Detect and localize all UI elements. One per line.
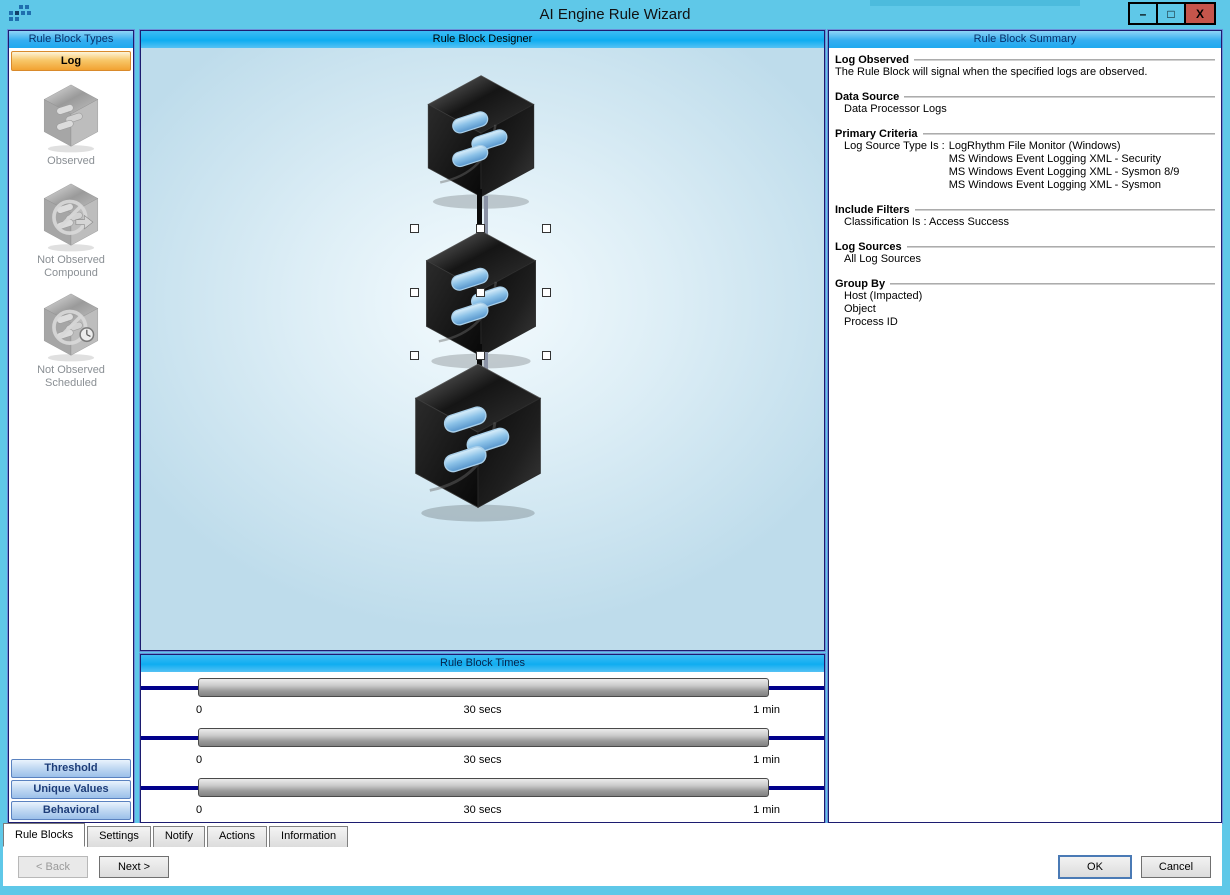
log-type-button[interactable]: Log: [11, 51, 131, 71]
section-title: Log Observed: [835, 54, 909, 66]
section-title: Include Filters: [835, 204, 910, 216]
slider-labels: 0 30 secs 1 min: [141, 804, 824, 817]
ai-engine-rule-wizard-window: AI Engine Rule Wizard – □ X Rule Block T…: [0, 0, 1230, 895]
wizard-tabstrip: Rule Blocks Settings Notify Actions Info…: [3, 823, 350, 847]
criteria-value: MS Windows Event Logging XML - Sysmon 8/…: [948, 166, 1180, 178]
cancel-button[interactable]: Cancel: [1141, 856, 1211, 878]
selection-handle[interactable]: [410, 351, 419, 360]
unique-values-type-button[interactable]: Unique Values: [11, 780, 131, 799]
designer-canvas[interactable]: [141, 48, 824, 650]
section-text: Host (Impacted): [844, 290, 923, 302]
sidebar-item-label: Scheduled: [45, 377, 97, 389]
section-text: Classification Is : Access Success: [844, 216, 1010, 228]
observed-cube-icon: [43, 84, 99, 153]
rule-block-times-header: Rule Block Times: [141, 655, 824, 672]
slider-max-label: 1 min: [753, 704, 780, 716]
section-title: Log Sources: [835, 241, 902, 253]
summary-section-primary-criteria: Primary Criteria Log Source Type Is : Lo…: [835, 128, 1215, 192]
summary-section-group-by: Group By Host (Impacted) Object Process …: [835, 278, 1215, 329]
sidebar-item-label: Not Observed: [37, 364, 105, 376]
rule-block-types-header: Rule Block Types: [9, 31, 133, 48]
criteria-value: MS Windows Event Logging XML - Security: [948, 153, 1162, 165]
summary-section-data-source: Data Source Data Processor Logs: [835, 91, 1215, 116]
slider-max-label: 1 min: [753, 804, 780, 816]
selection-handle[interactable]: [542, 351, 551, 360]
slider-labels: 0 30 secs 1 min: [141, 704, 824, 717]
section-title: Primary Criteria: [835, 128, 918, 140]
selection-handle[interactable]: [410, 224, 419, 233]
sidebar-item-label: Not Observed: [37, 254, 105, 266]
summary-section-log-observed: Log Observed The Rule Block will signal …: [835, 54, 1215, 79]
rule-block-summary-panel: Rule Block Summary Log Observed The Rule…: [828, 30, 1222, 823]
rule-block-types-panel: Rule Block Types Log Observed Not Observ…: [8, 30, 134, 823]
minimize-button[interactable]: –: [1130, 4, 1158, 23]
section-text: Data Processor Logs: [844, 103, 947, 115]
slider-mid-label: 30 secs: [463, 754, 502, 766]
window-controls: – □ X: [1128, 2, 1216, 25]
behavioral-type-button[interactable]: Behavioral: [11, 801, 131, 820]
rule-block-designer-header: Rule Block Designer: [141, 31, 824, 48]
slider-max-label: 1 min: [753, 754, 780, 766]
selection-handle[interactable]: [476, 224, 485, 233]
back-button[interactable]: < Back: [18, 856, 88, 878]
maximize-button[interactable]: □: [1158, 4, 1186, 23]
time-slider-1[interactable]: [198, 678, 769, 697]
threshold-type-button[interactable]: Threshold: [11, 759, 131, 778]
titlebar[interactable]: AI Engine Rule Wizard – □ X: [0, 0, 1230, 29]
tab-notify[interactable]: Notify: [152, 826, 205, 847]
rule-block-cube-bottom[interactable]: [407, 360, 549, 523]
sidebar-item-observed[interactable]: Observed: [9, 83, 133, 168]
time-slider-2[interactable]: [198, 728, 769, 747]
summary-section-log-sources: Log Sources All Log Sources: [835, 241, 1215, 266]
tab-actions[interactable]: Actions: [206, 826, 268, 847]
close-button[interactable]: X: [1186, 4, 1214, 23]
sidebar-item-label: Observed: [47, 155, 95, 167]
sidebar-item-label: Compound: [44, 267, 98, 279]
tab-rule-blocks[interactable]: Rule Blocks: [3, 823, 86, 847]
sidebar-item-not-observed-scheduled[interactable]: Not Observed Scheduled: [9, 292, 133, 390]
slider-mid-label: 30 secs: [463, 804, 502, 816]
slider-labels: 0 30 secs 1 min: [141, 754, 824, 767]
section-text: The Rule Block will signal when the spec…: [835, 66, 1148, 78]
rule-block-times-panel: Rule Block Times 0 30 secs 1 min 0 30 se…: [140, 654, 825, 823]
slider-mid-label: 30 secs: [463, 704, 502, 716]
criteria-value: MS Windows Event Logging XML - Sysmon: [948, 179, 1162, 191]
tab-information[interactable]: Information: [269, 826, 349, 847]
section-text: Object: [844, 303, 876, 315]
clock-icon: [79, 327, 95, 343]
not-observed-compound-cube-icon: [43, 183, 99, 252]
window-title: AI Engine Rule Wizard: [539, 6, 691, 23]
criteria-value: LogRhythm File Monitor (Windows): [948, 140, 1121, 152]
time-slider-3[interactable]: [198, 778, 769, 797]
rule-block-designer-panel: Rule Block Designer: [140, 30, 825, 651]
selection-handle[interactable]: [542, 224, 551, 233]
criteria-label: Log Source Type Is :: [844, 140, 945, 152]
next-button[interactable]: Next >: [99, 856, 169, 878]
sidebar-item-not-observed-compound[interactable]: Not Observed Compound: [9, 182, 133, 280]
rule-block-summary-header: Rule Block Summary: [829, 31, 1221, 48]
not-observed-scheduled-cube-icon: [43, 293, 99, 362]
selection-handle[interactable]: [476, 288, 485, 297]
section-text: All Log Sources: [844, 253, 922, 265]
selection-handle[interactable]: [410, 288, 419, 297]
section-title: Group By: [835, 278, 886, 290]
selection-handle[interactable]: [542, 288, 551, 297]
section-text: Process ID: [844, 316, 898, 328]
selection-handle[interactable]: [476, 351, 485, 360]
ok-button[interactable]: OK: [1058, 855, 1132, 879]
tab-settings[interactable]: Settings: [87, 826, 151, 847]
section-title: Data Source: [835, 91, 900, 103]
summary-section-include-filters: Include Filters Classification Is : Acce…: [835, 204, 1215, 229]
